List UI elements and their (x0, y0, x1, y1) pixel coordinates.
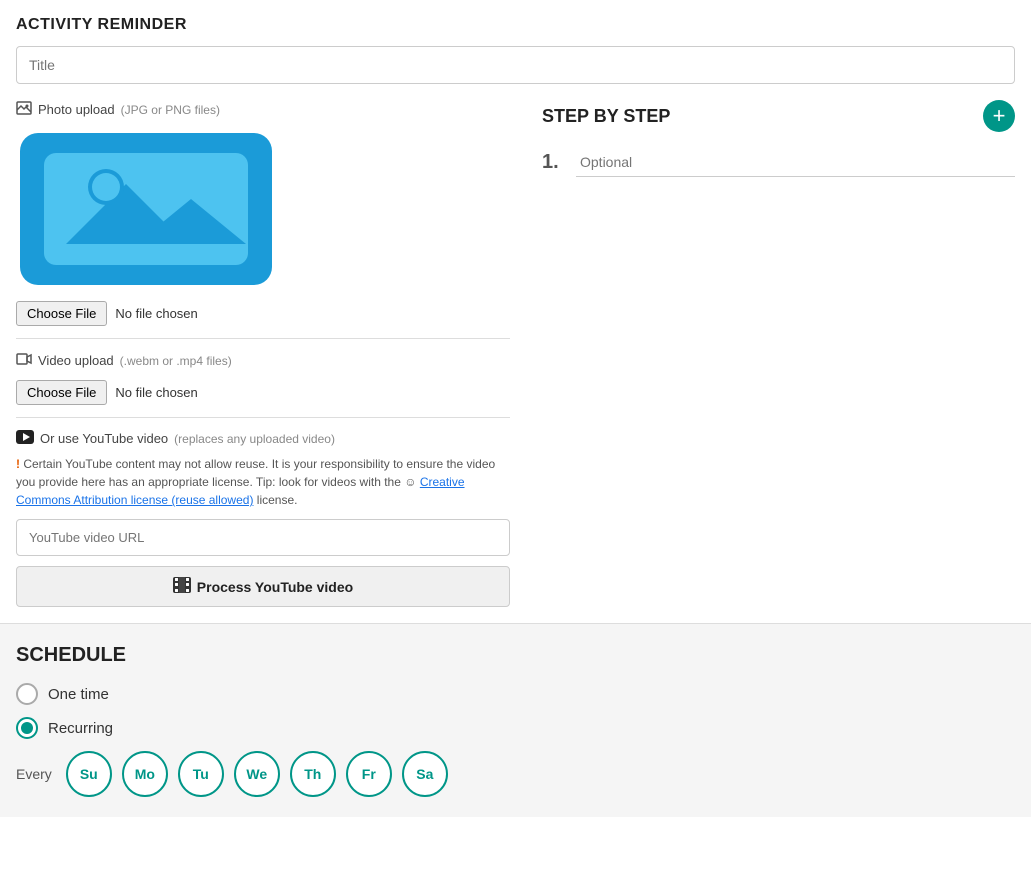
step-row: 1. (542, 148, 1015, 177)
title-input[interactable] (16, 46, 1015, 84)
every-label: Every (16, 766, 52, 782)
youtube-label: Or use YouTube video (replaces any uploa… (16, 430, 510, 447)
photo-preview (16, 129, 276, 289)
page-title: ACTIVITY REMINDER (16, 16, 1015, 34)
warning-icon: ! (16, 457, 20, 471)
day-fr[interactable]: Fr (346, 751, 392, 797)
video-icon (16, 351, 32, 370)
step-1-input[interactable] (576, 148, 1015, 177)
youtube-icon (16, 430, 34, 447)
schedule-title: SCHEDULE (16, 644, 1015, 667)
day-mo[interactable]: Mo (122, 751, 168, 797)
day-we[interactable]: We (234, 751, 280, 797)
photo-choose-file-button[interactable]: Choose File (16, 301, 107, 326)
photo-icon (16, 100, 32, 119)
video-file-input-row: Choose File No file chosen (16, 380, 510, 405)
step-by-step-title: STEP BY STEP (542, 106, 670, 127)
video-no-file-text: No file chosen (115, 385, 197, 400)
day-tu[interactable]: Tu (178, 751, 224, 797)
youtube-url-input[interactable] (16, 519, 510, 556)
divider-1 (16, 338, 510, 339)
divider-2 (16, 417, 510, 418)
days-row: Every Su Mo Tu We Th Fr Sa (16, 751, 1015, 797)
recurring-label: Recurring (48, 720, 113, 737)
one-time-radio-row[interactable]: One time (16, 683, 1015, 705)
step-by-step-header: STEP BY STEP + (542, 100, 1015, 132)
video-choose-file-button[interactable]: Choose File (16, 380, 107, 405)
video-upload-label: Video upload (.webm or .mp4 files) (16, 351, 510, 370)
photo-file-input-row: Choose File No file chosen (16, 301, 510, 326)
step-number: 1. (542, 151, 566, 174)
youtube-warning: ! Certain YouTube content may not allow … (16, 455, 510, 509)
add-step-button[interactable]: + (983, 100, 1015, 132)
photo-no-file-text: No file chosen (115, 306, 197, 321)
film-strip-icon (173, 577, 191, 596)
process-youtube-label: Process YouTube video (197, 579, 353, 595)
youtube-section: Or use YouTube video (replaces any uploa… (16, 430, 510, 607)
steps-container: 1. (542, 148, 1015, 177)
one-time-label: One time (48, 686, 109, 703)
one-time-radio[interactable] (16, 683, 38, 705)
day-sa[interactable]: Sa (402, 751, 448, 797)
radio-inner-dot (21, 722, 33, 734)
process-youtube-button[interactable]: Process YouTube video (16, 566, 510, 607)
day-su[interactable]: Su (66, 751, 112, 797)
photo-upload-label: Photo upload (JPG or PNG files) (16, 100, 510, 119)
schedule-section: SCHEDULE One time Recurring Every Su Mo … (0, 623, 1031, 817)
recurring-radio-row[interactable]: Recurring (16, 717, 1015, 739)
plus-icon: + (993, 105, 1006, 127)
day-th[interactable]: Th (290, 751, 336, 797)
recurring-radio[interactable] (16, 717, 38, 739)
